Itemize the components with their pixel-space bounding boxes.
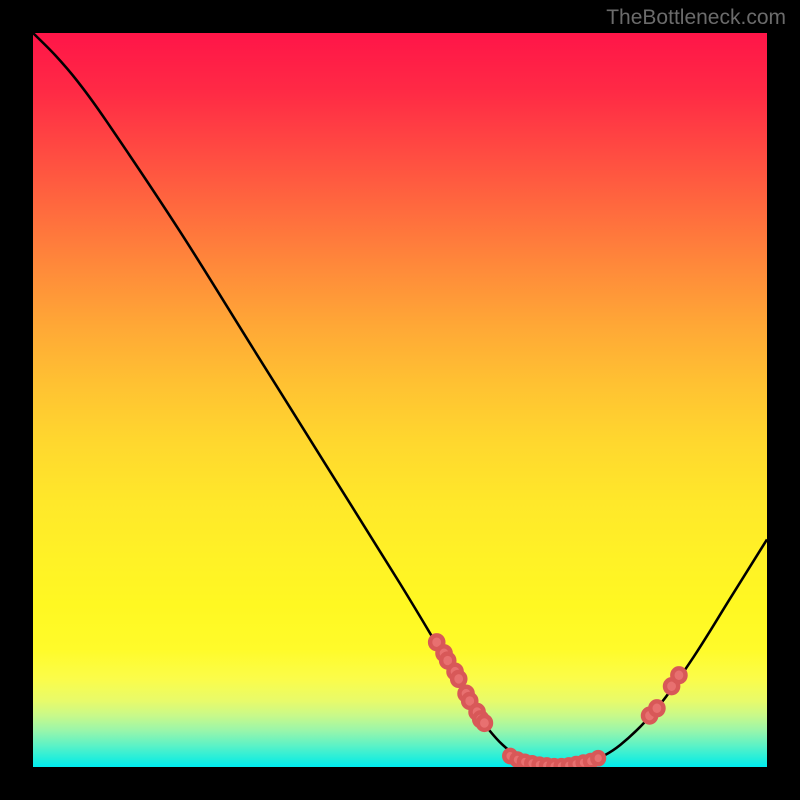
data-points-right [643,668,686,722]
chart-svg [33,33,767,767]
data-points-bottom [504,750,604,767]
watermark-text: TheBottleneck.com [606,6,786,30]
data-point [650,701,663,715]
data-point [672,668,685,682]
curve-line [33,33,767,767]
data-point [592,752,604,764]
plot-area [33,33,767,767]
data-points-left [430,635,491,730]
data-point [478,716,491,730]
data-point [452,672,465,686]
